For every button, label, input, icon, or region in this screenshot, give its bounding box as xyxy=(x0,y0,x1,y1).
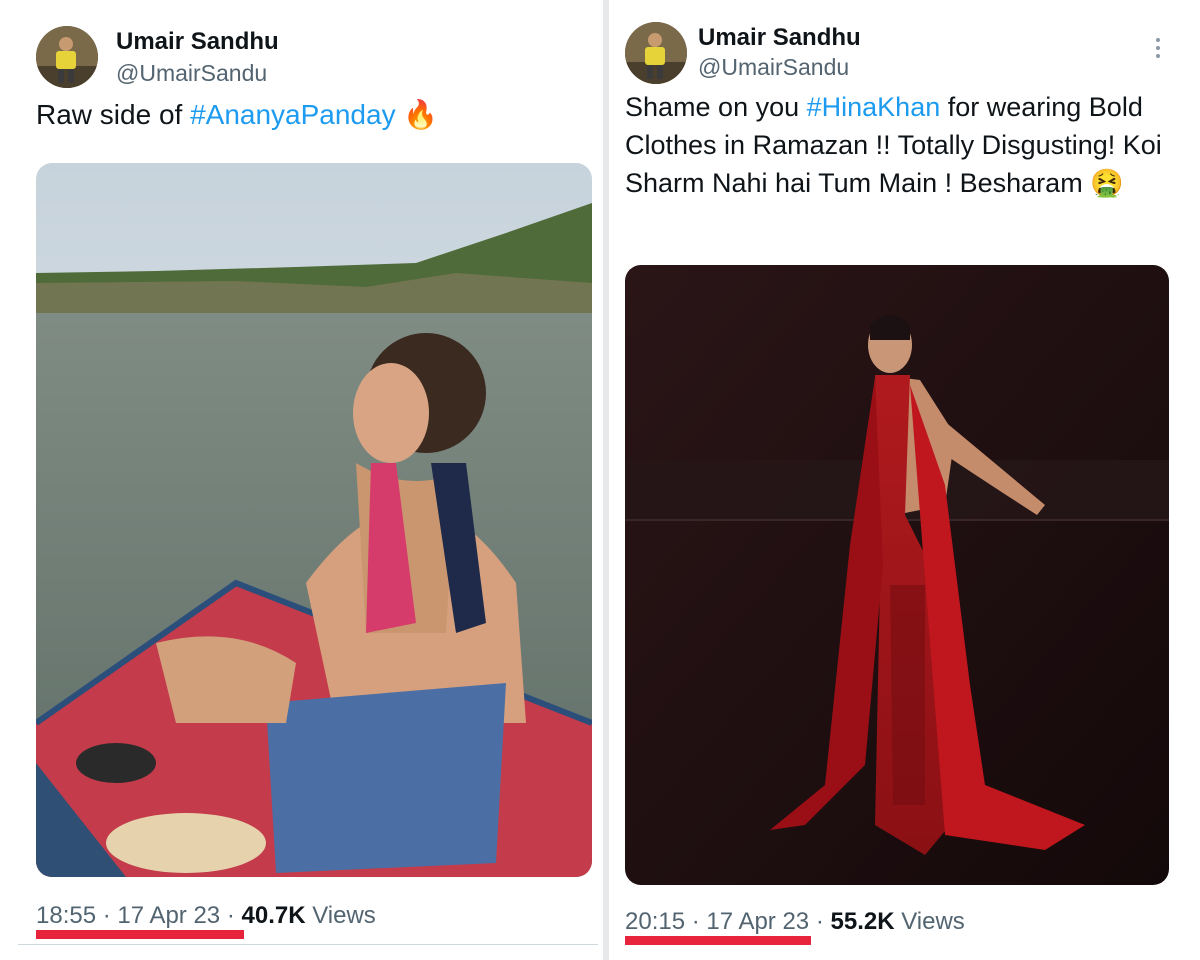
author-name[interactable]: Umair Sandhu xyxy=(698,24,861,52)
meta-separator: · xyxy=(102,902,111,929)
author-avatar[interactable] xyxy=(625,22,687,84)
tweet-date[interactable]: 17 Apr 23 xyxy=(117,902,220,929)
tweet-text-part: Shame on you xyxy=(625,92,807,122)
views-label: Views xyxy=(901,908,965,935)
tweet-text: Raw side of #AnanyaPanday 🔥 xyxy=(36,96,576,134)
red-underline-mark xyxy=(625,936,811,945)
hashtag-link[interactable]: #HinaKhan xyxy=(807,92,941,122)
meta-separator: · xyxy=(815,908,824,935)
tweet-timestamp-row: 18:55 · 17 Apr 23 · 40.7K Views xyxy=(36,902,376,930)
more-vertical-icon[interactable] xyxy=(1153,36,1163,60)
views-label: Views xyxy=(312,902,376,929)
hashtag-link[interactable]: #AnanyaPanday xyxy=(190,99,396,130)
author-handle[interactable]: @UmairSandu xyxy=(698,54,849,81)
tweet-text-part: 🔥 xyxy=(395,99,439,130)
meta-separator: · xyxy=(226,902,235,929)
tweet-time[interactable]: 20:15 xyxy=(625,908,685,935)
tweet-timestamp-row: 20:15 · 17 Apr 23 · 55.2K Views xyxy=(625,908,965,936)
meta-separator: · xyxy=(691,908,700,935)
tweet-date[interactable]: 17 Apr 23 xyxy=(706,908,809,935)
tweet-photo[interactable] xyxy=(625,265,1169,885)
tweet-photo[interactable] xyxy=(36,163,592,877)
views-count: 40.7K xyxy=(241,902,306,929)
author-handle[interactable]: @UmairSandu xyxy=(116,60,267,87)
tweet-text: Shame on you #HinaKhan for wearing Bold … xyxy=(625,88,1165,202)
tweet-time[interactable]: 18:55 xyxy=(36,902,96,929)
views-count: 55.2K xyxy=(830,908,895,935)
tweet-text-part: Raw side of xyxy=(36,99,191,130)
red-underline-mark xyxy=(36,930,244,939)
tweet-card-left[interactable]: Umair Sandhu @UmairSandu Raw side of #An… xyxy=(0,0,603,960)
author-name[interactable]: Umair Sandhu xyxy=(116,28,279,56)
card-bottom-border xyxy=(18,944,598,945)
author-avatar[interactable] xyxy=(36,26,98,88)
tweet-card-right[interactable]: Umair Sandhu @UmairSandu Shame on you #H… xyxy=(609,0,1200,960)
